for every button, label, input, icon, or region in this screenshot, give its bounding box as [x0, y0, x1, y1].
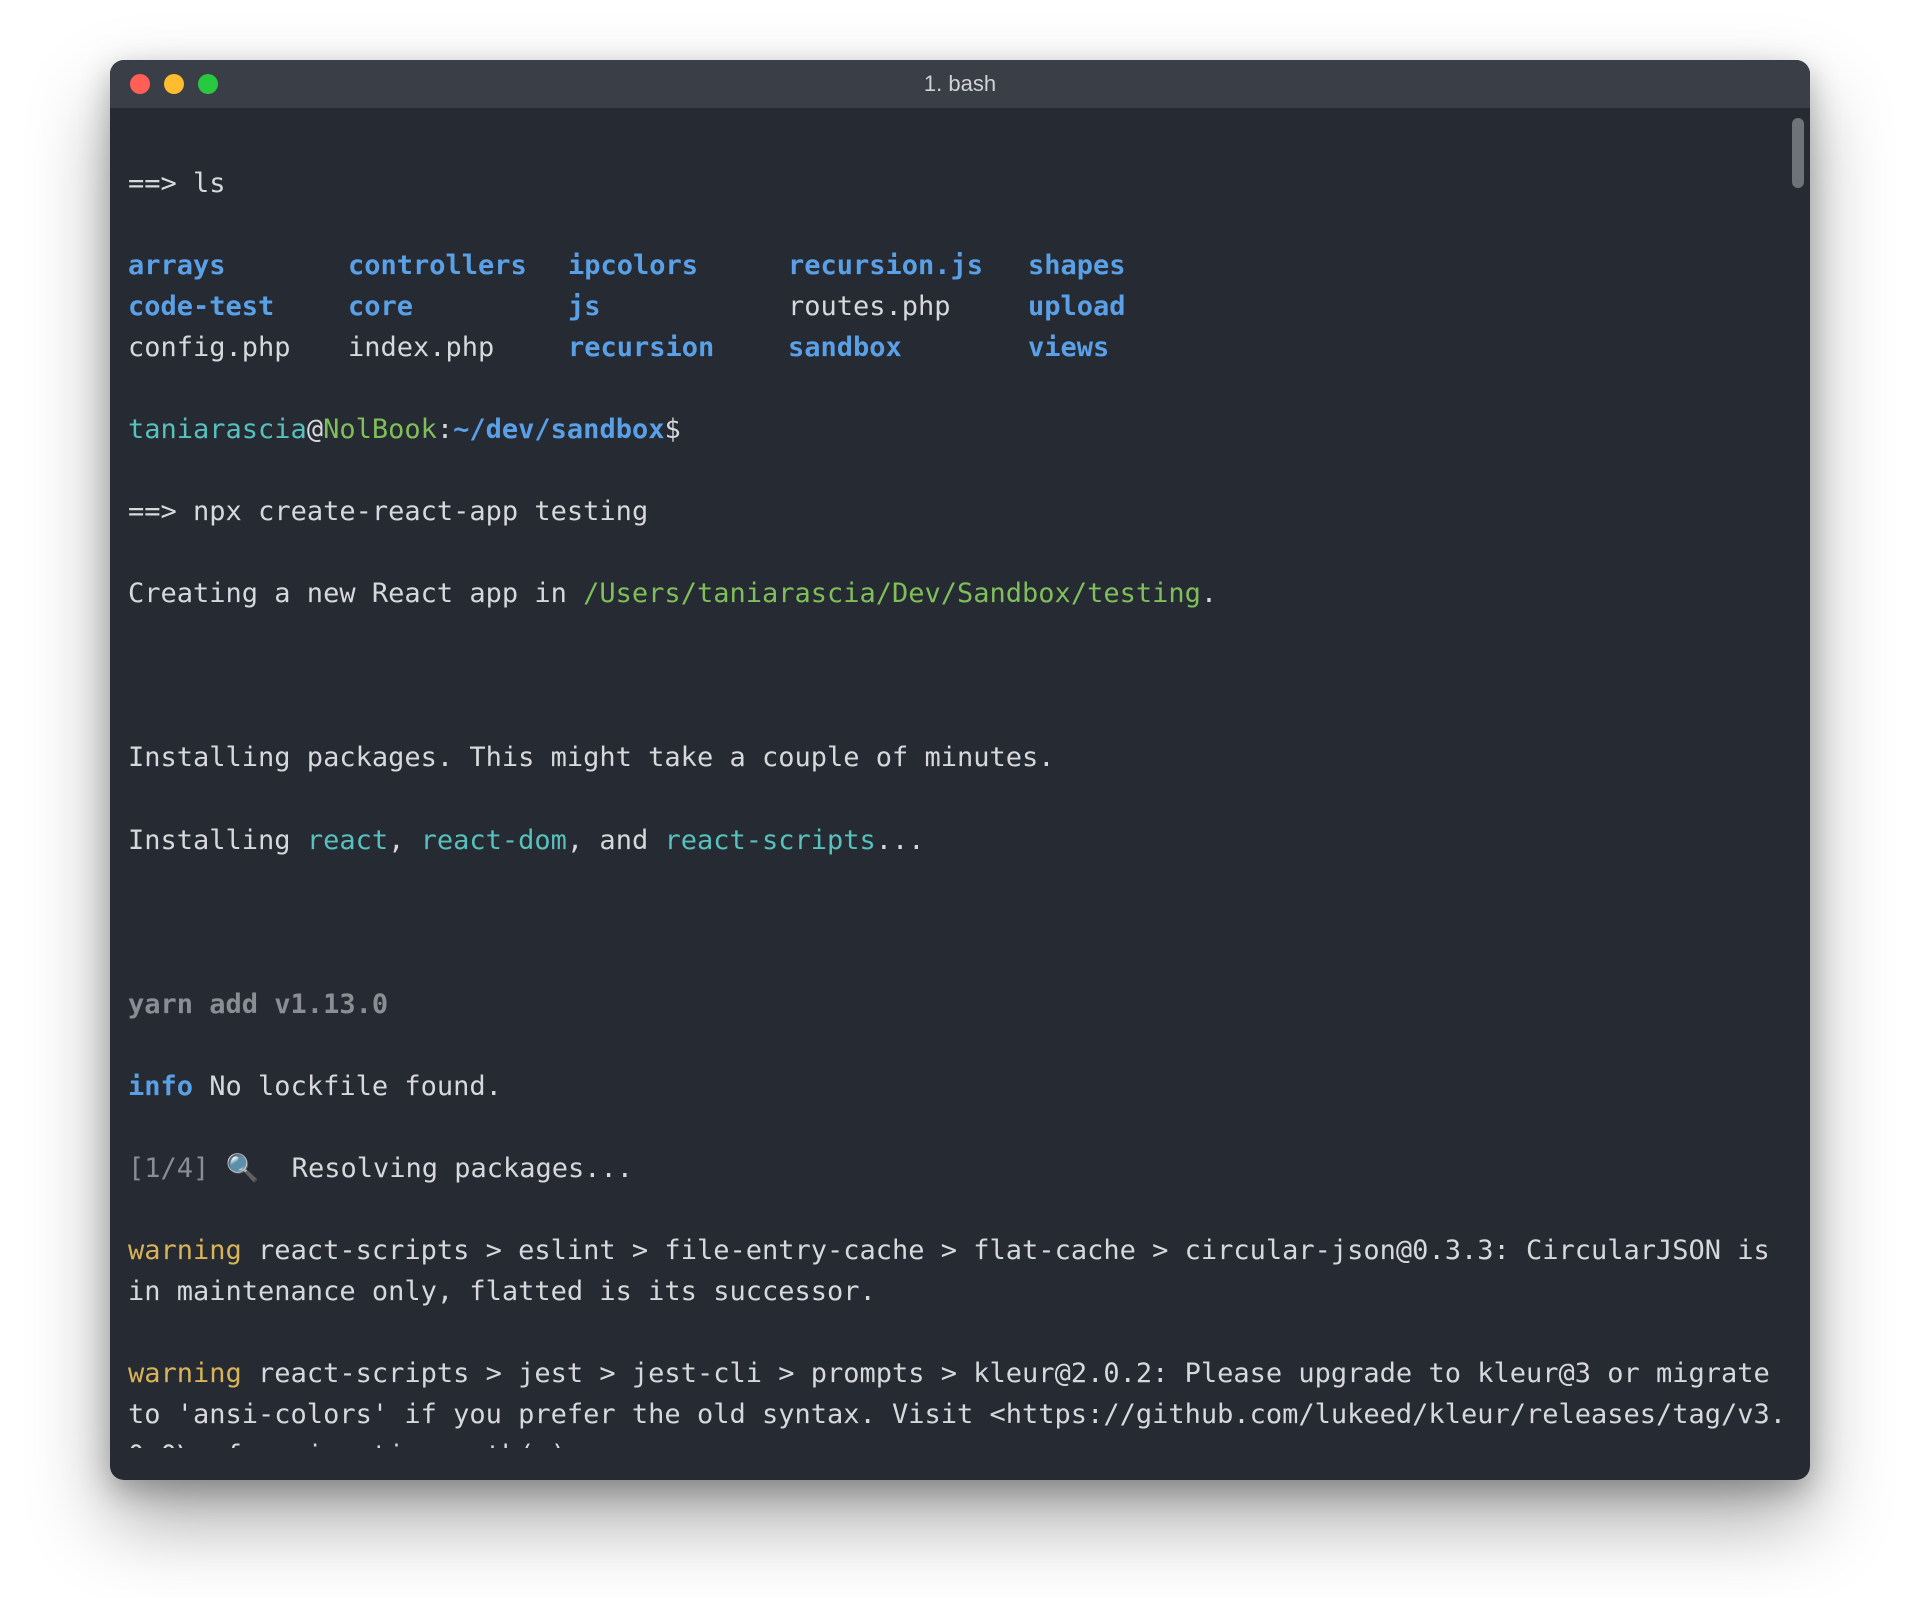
ls-item: index.php — [348, 327, 568, 368]
output-text: , and — [567, 825, 665, 856]
output-text: , — [388, 825, 421, 856]
ls-item: shapes — [1028, 245, 1228, 286]
zoom-icon[interactable] — [198, 74, 218, 94]
ls-item: controllers — [348, 245, 568, 286]
pkg-name: react-dom — [421, 825, 567, 856]
prompt-path: ~/dev/sandbox — [453, 414, 664, 445]
ls-item: upload — [1028, 286, 1228, 327]
magnifier-icon: 🔍 — [226, 1153, 260, 1183]
ls-item: views — [1028, 327, 1228, 368]
yarn-header: yarn add v1.13.0 — [128, 989, 388, 1020]
output-path: /Users/taniarascia/Dev/Sandbox/testing — [583, 578, 1201, 609]
command-text: ls — [193, 168, 226, 199]
warning-tag: warning — [128, 1358, 242, 1389]
shell-prompt: taniarascia@NolBook:~/dev/sandbox$ — [128, 409, 1792, 450]
prompt-dollar: $ — [664, 414, 680, 445]
terminal-output[interactable]: ==> ls arrayscontrollersipcolorsrecursio… — [110, 108, 1810, 1448]
ls-output: arrayscontrollersipcolorsrecursion.jssha… — [128, 245, 1792, 368]
output-text: Installing packages. This might take a c… — [128, 742, 1055, 773]
prompt-at: @ — [307, 414, 323, 445]
prompt-host: NolBook — [323, 414, 437, 445]
pkg-name: react — [307, 825, 388, 856]
terminal-window: 1. bash ==> ls arrayscontrollersipcolors… — [110, 60, 1810, 1480]
minimize-icon[interactable] — [164, 74, 184, 94]
traffic-lights — [130, 74, 218, 94]
output-text: react-scripts > jest > jest-cli > prompt… — [128, 1358, 1786, 1448]
window-title: 1. bash — [110, 71, 1810, 97]
ls-item: js — [568, 286, 788, 327]
output-text: Resolving packages... — [259, 1153, 633, 1184]
prompt-arrow: ==> — [128, 168, 177, 199]
output-text: No lockfile found. — [193, 1071, 502, 1102]
command-text: npx create-react-app testing — [193, 496, 648, 527]
info-tag: info — [128, 1071, 193, 1102]
ls-item: code-test — [128, 286, 348, 327]
output-text: Creating a new React app in — [128, 578, 583, 609]
ls-item: recursion.js — [788, 245, 1028, 286]
output-text: ... — [876, 825, 925, 856]
prompt-user: taniarascia — [128, 414, 307, 445]
close-icon[interactable] — [130, 74, 150, 94]
ls-item: sandbox — [788, 327, 1028, 368]
ls-item: routes.php — [788, 286, 1028, 327]
prompt-colon: : — [437, 414, 453, 445]
ls-item: config.php — [128, 327, 348, 368]
titlebar[interactable]: 1. bash — [110, 60, 1810, 108]
pkg-name: react-scripts — [664, 825, 875, 856]
ls-item: core — [348, 286, 568, 327]
output-text: react-scripts > eslint > file-entry-cach… — [128, 1235, 1786, 1307]
step-tag: [1/4] — [128, 1153, 209, 1184]
prompt-arrow: ==> — [128, 496, 177, 527]
ls-item: arrays — [128, 245, 348, 286]
ls-item: ipcolors — [568, 245, 788, 286]
output-text: . — [1201, 578, 1217, 609]
ls-item: recursion — [568, 327, 788, 368]
output-text: Installing — [128, 825, 307, 856]
warning-tag: warning — [128, 1235, 242, 1266]
